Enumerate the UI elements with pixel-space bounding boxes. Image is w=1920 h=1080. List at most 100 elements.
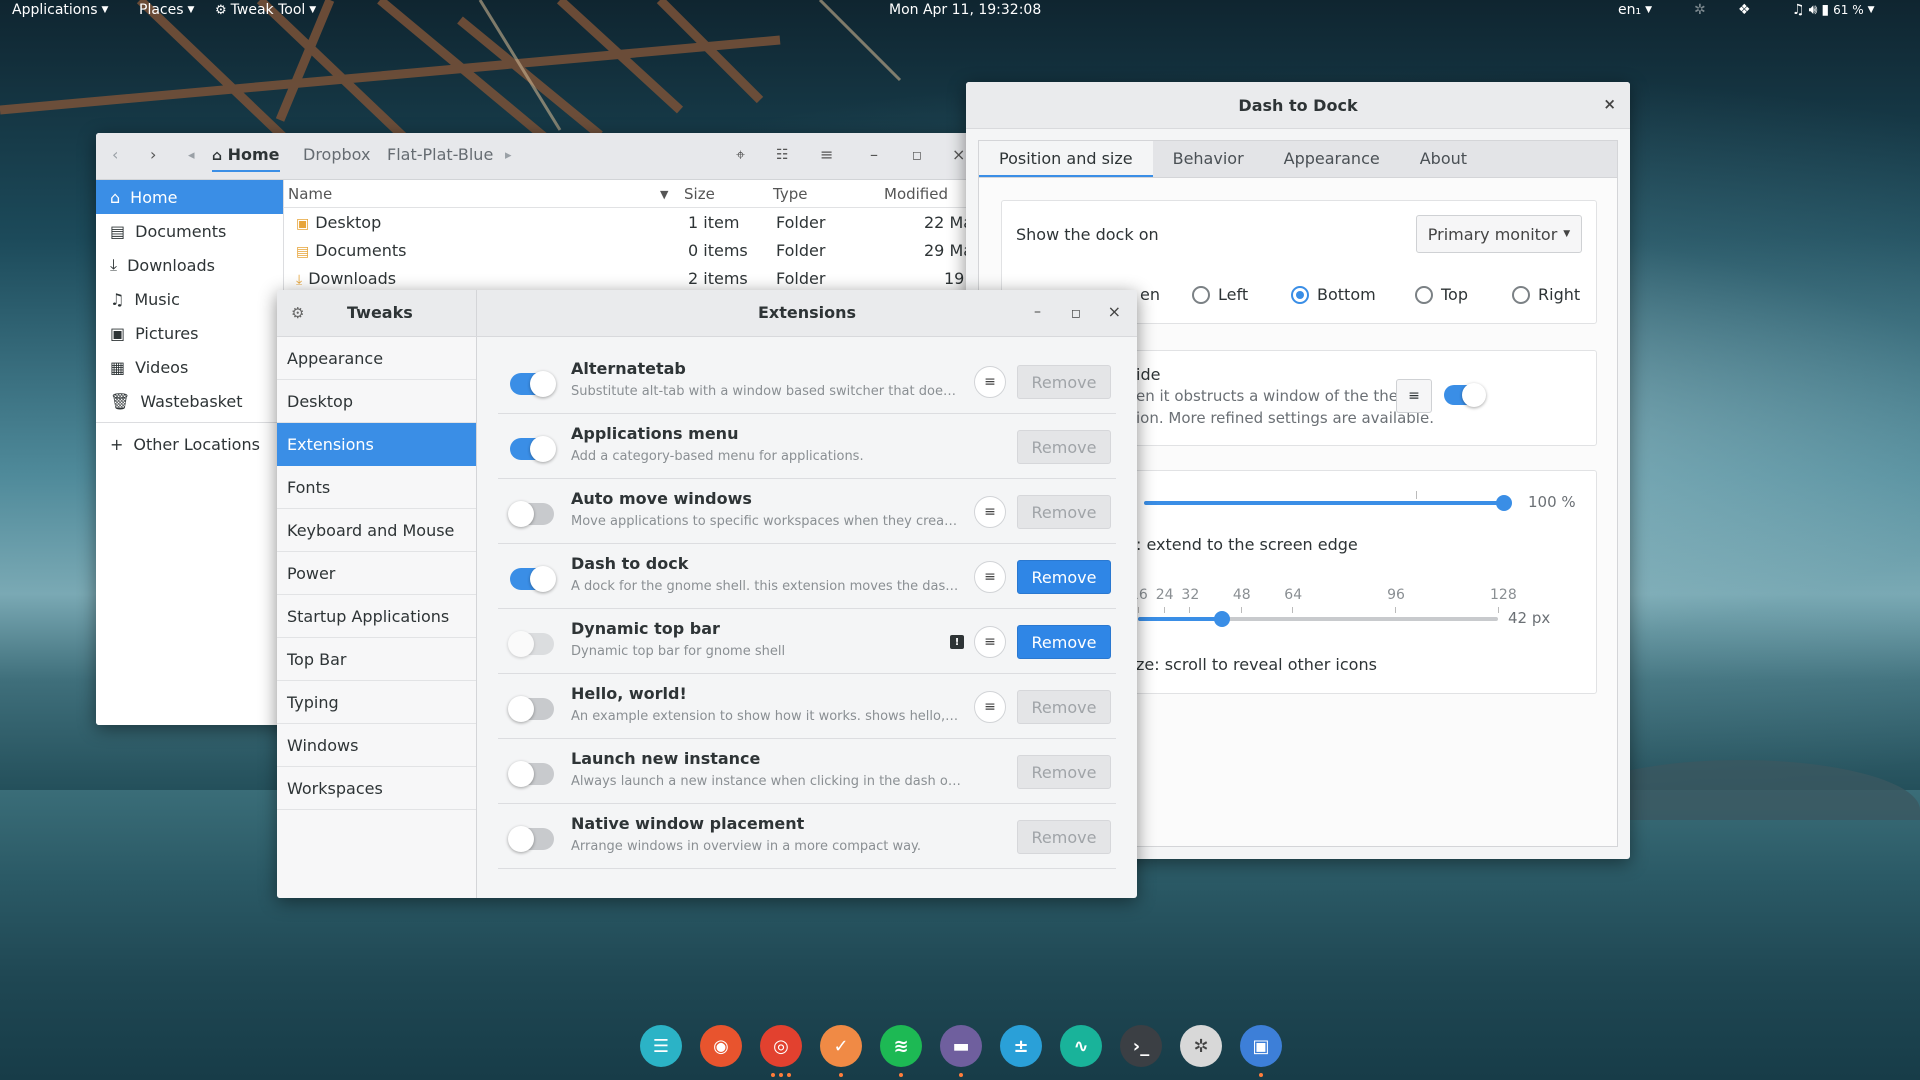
forward-icon[interactable]: › bbox=[150, 145, 156, 164]
column-size[interactable]: Size bbox=[684, 185, 715, 203]
remove-button[interactable]: Remove bbox=[1017, 560, 1111, 594]
sidebar-item-startup-applications[interactable]: Startup Applications bbox=[277, 595, 476, 638]
tab-behavior[interactable]: Behavior bbox=[1153, 141, 1264, 177]
sidebar-item-wastebasket[interactable]: 🗑︎ Wastebasket bbox=[96, 384, 283, 418]
sidebar-item-music[interactable]: ♫ Music bbox=[96, 282, 283, 316]
caret-down-icon: ▼ bbox=[187, 5, 195, 15]
files-icon[interactable]: ▬ bbox=[940, 1025, 982, 1067]
back-icon[interactable]: ‹ bbox=[112, 145, 118, 164]
icon-size-slider-knob[interactable] bbox=[1213, 611, 1230, 627]
remove-button[interactable]: Remove bbox=[1017, 365, 1111, 399]
extension-settings-button[interactable]: ≡ bbox=[974, 561, 1006, 593]
spotify-icon[interactable]: ≋ bbox=[880, 1025, 922, 1067]
sidebar-item-videos[interactable]: ▦ Videos bbox=[96, 350, 283, 384]
crumb-dropbox[interactable]: Dropbox bbox=[303, 145, 370, 164]
crumb-right-icon[interactable]: ▸ bbox=[505, 148, 512, 163]
close-icon[interactable]: × bbox=[1108, 302, 1121, 321]
system-monitor-icon[interactable]: ∿ bbox=[1060, 1025, 1102, 1067]
clock[interactable]: Mon Apr 11, 19:32:08 bbox=[889, 2, 1041, 18]
sidebar-item-extensions[interactable]: Extensions bbox=[277, 423, 476, 466]
minimize-icon[interactable]: – bbox=[870, 145, 878, 164]
chrome-icon[interactable]: ◎ bbox=[760, 1025, 802, 1067]
crumb-left-icon[interactable]: ◂ bbox=[188, 148, 195, 163]
height-slider-knob[interactable] bbox=[1496, 495, 1512, 511]
sidebar-item-appearance[interactable]: Appearance bbox=[277, 337, 476, 380]
sidebar-item-fonts[interactable]: Fonts bbox=[277, 466, 476, 509]
sidebar-item-workspaces[interactable]: Workspaces bbox=[277, 767, 476, 810]
settings-indicator-icon[interactable]: ✲ bbox=[1694, 2, 1706, 18]
sidebar-item-windows[interactable]: Windows bbox=[277, 724, 476, 767]
app-menu[interactable]: ⚙ Tweak Tool ▼ bbox=[215, 2, 316, 18]
minimize-icon[interactable]: – bbox=[1034, 304, 1041, 320]
extension-toggle[interactable] bbox=[510, 566, 556, 592]
applications-menu[interactable]: Applications ▼ bbox=[12, 2, 108, 18]
settings-icon[interactable]: ✲ bbox=[1180, 1025, 1222, 1067]
close-icon[interactable]: × bbox=[1603, 95, 1616, 113]
tab-appearance[interactable]: Appearance bbox=[1264, 141, 1400, 177]
column-name[interactable]: Name bbox=[288, 185, 332, 203]
extension-toggle[interactable] bbox=[508, 631, 554, 657]
remove-button[interactable]: Remove bbox=[1017, 690, 1111, 724]
file-row[interactable]: ▣ Desktop 1 item Folder 22 Ma bbox=[284, 208, 970, 236]
location-icon[interactable]: ⌖ bbox=[736, 145, 745, 165]
text-editor-icon[interactable]: ☰ bbox=[640, 1025, 682, 1067]
file-row[interactable]: ▤ Documents 0 items Folder 29 Ma bbox=[284, 236, 970, 264]
firefox-icon[interactable]: ◉ bbox=[700, 1025, 742, 1067]
radio-right[interactable]: Right bbox=[1512, 285, 1580, 304]
tasks-icon[interactable]: ✓ bbox=[820, 1025, 862, 1067]
sidebar-item-top-bar[interactable]: Top Bar bbox=[277, 638, 476, 681]
extension-settings-button[interactable]: ≡ bbox=[974, 366, 1006, 398]
tab-about[interactable]: About bbox=[1400, 141, 1487, 177]
height-slider[interactable] bbox=[1144, 501, 1504, 505]
dropbox-icon[interactable]: ❖ bbox=[1738, 2, 1751, 18]
extension-toggle[interactable] bbox=[508, 826, 554, 852]
sidebar-item-downloads[interactable]: ⤓ Downloads bbox=[96, 248, 283, 282]
extension-settings-button[interactable]: ≡ bbox=[974, 496, 1006, 528]
extension-settings-button[interactable]: ≡ bbox=[974, 626, 1006, 658]
remove-button[interactable]: Remove bbox=[1017, 495, 1111, 529]
close-icon[interactable]: × bbox=[952, 145, 965, 164]
extension-toggle[interactable] bbox=[510, 371, 556, 397]
remove-button[interactable]: Remove bbox=[1017, 755, 1111, 789]
sidebar-item-other-locations[interactable]: + Other Locations bbox=[96, 427, 283, 461]
radio-left[interactable]: Left bbox=[1192, 285, 1248, 304]
terminal-icon[interactable]: ›_ bbox=[1120, 1025, 1162, 1067]
remove-button[interactable]: Remove bbox=[1017, 625, 1111, 659]
sidebar-item-desktop[interactable]: Desktop bbox=[277, 380, 476, 423]
extension-toggle[interactable] bbox=[508, 696, 554, 722]
column-type[interactable]: Type bbox=[773, 185, 807, 203]
file-row[interactable]: ⤓Downloads 2 items Folder 19:1 bbox=[284, 264, 970, 292]
sidebar-item-keyboard-and-mouse[interactable]: Keyboard and Mouse bbox=[277, 509, 476, 552]
remove-button[interactable]: Remove bbox=[1017, 820, 1111, 854]
list-view-icon[interactable]: ☷ bbox=[776, 147, 789, 163]
sidebar-item-documents[interactable]: ▤ Documents bbox=[96, 214, 283, 248]
maximize-icon[interactable]: ◻ bbox=[1071, 306, 1081, 320]
calculator-icon[interactable]: ± bbox=[1000, 1025, 1042, 1067]
sort-down-icon[interactable]: ▼ bbox=[660, 188, 668, 201]
app-grid-icon[interactable]: ▣ bbox=[1240, 1025, 1282, 1067]
extension-toggle[interactable] bbox=[508, 501, 554, 527]
tab-position-and-size[interactable]: Position and size bbox=[979, 141, 1153, 177]
column-modified[interactable]: Modified bbox=[884, 185, 948, 203]
remove-button[interactable]: Remove bbox=[1017, 430, 1111, 464]
radio-bottom[interactable]: Bottom bbox=[1291, 285, 1376, 304]
crumb-flat-plat-blue[interactable]: Flat-Plat-Blue bbox=[387, 145, 493, 164]
gear-icon[interactable]: ⚙ bbox=[291, 304, 304, 322]
monitor-combo[interactable]: Primary monitor ▼ bbox=[1416, 215, 1582, 253]
crumb-home[interactable]: ⌂ Home bbox=[212, 145, 280, 172]
sidebar-item-power[interactable]: Power bbox=[277, 552, 476, 595]
radio-top[interactable]: Top bbox=[1415, 285, 1468, 304]
maximize-icon[interactable]: ◻ bbox=[912, 148, 922, 162]
places-menu[interactable]: Places ▼ bbox=[139, 2, 194, 18]
extension-toggle[interactable] bbox=[510, 436, 556, 462]
extension-toggle[interactable] bbox=[508, 761, 554, 787]
system-menu[interactable]: ♫ 🔊︎ ▮ 61 % ▼ bbox=[1792, 2, 1875, 18]
extension-settings-button[interactable]: ≡ bbox=[974, 691, 1006, 723]
sidebar-item-pictures[interactable]: ▣ Pictures bbox=[96, 316, 283, 350]
input-source-menu[interactable]: en₁ ▼ bbox=[1618, 2, 1652, 18]
menu-icon[interactable]: ≡ bbox=[820, 145, 833, 164]
autohide-toggle[interactable] bbox=[1444, 383, 1486, 407]
sidebar-item-typing[interactable]: Typing bbox=[277, 681, 476, 724]
autohide-settings-button[interactable]: ≡ bbox=[1396, 379, 1432, 413]
sidebar-item-home[interactable]: ⌂ Home bbox=[96, 180, 283, 214]
